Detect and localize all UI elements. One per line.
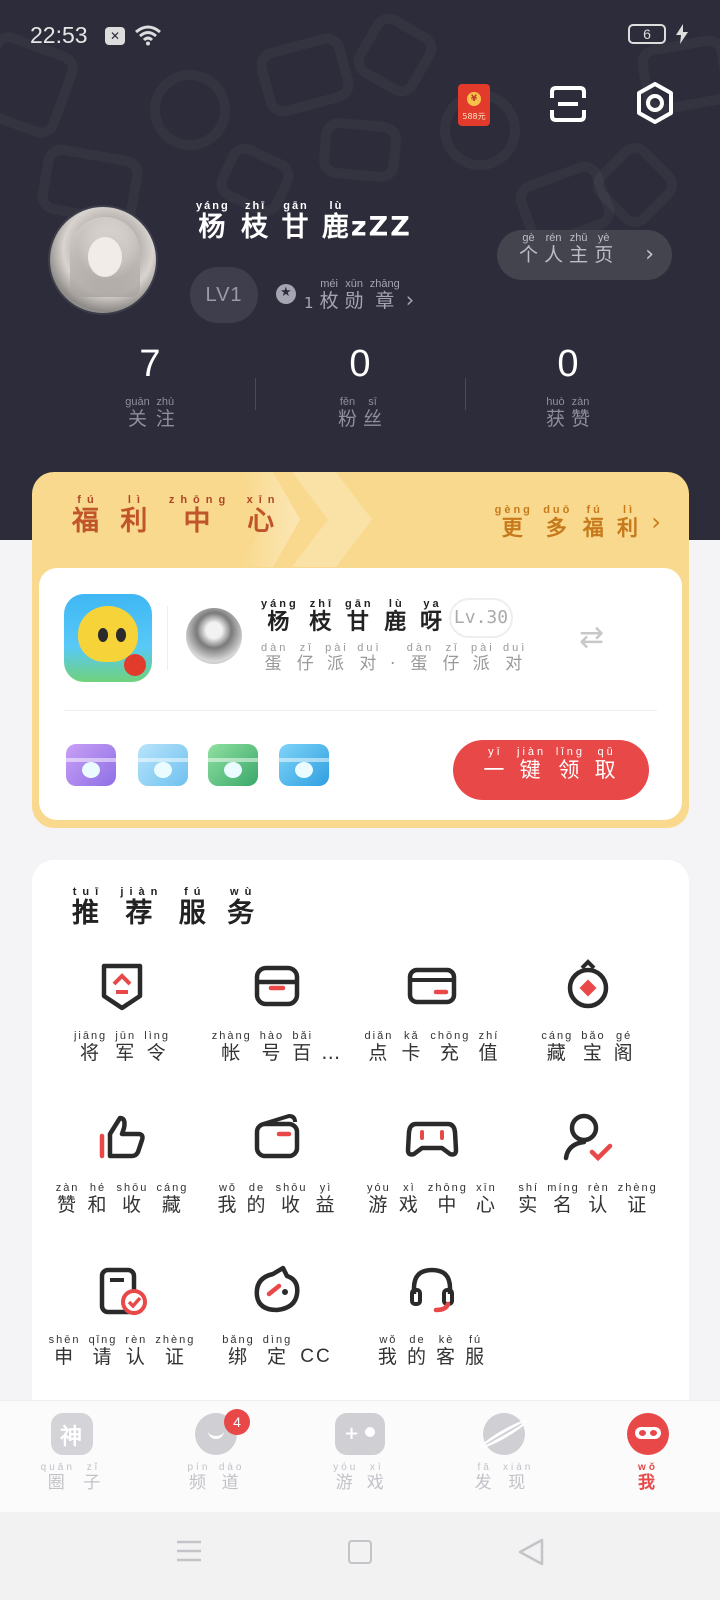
service-treasure-pavilion[interactable]: cáng 藏 bǎo 宝 gé 阁	[508, 958, 668, 1064]
user-stats: 7 guān 关 zhù 注 0 fěn 粉 sī 丝 0 huò 获 zàn 赞	[0, 340, 720, 440]
services-title: tuī 推 jiàn 荐 fú 服 wù 务	[72, 886, 261, 929]
user-avatar[interactable]	[48, 205, 158, 315]
stat-likes[interactable]: 0 huò 获 zàn 赞	[478, 340, 658, 430]
medal-icon	[276, 284, 296, 304]
service-apply-certification[interactable]: shēn 申 qǐng 请 rèn 认 zhèng 证	[42, 1262, 202, 1368]
gamepad-icon	[405, 1121, 459, 1157]
game-role-panel: yáng 杨 zhī 枝 gān 甘 lù 鹿 ya 呀 Lv.30 dàn 蛋 zǐ 仔 p…	[39, 568, 682, 820]
personal-homepage-button[interactable]: gè 个 rén 人 zhǔ 主 yè 页 ›	[497, 230, 672, 280]
tab-discover[interactable]: fā 发 xiàn 现	[432, 1413, 576, 1493]
recommended-services: tuī 推 jiàn 荐 fú 服 wù 务 jiāng 将 jūn 军 lìng 令 zhà…	[32, 860, 689, 1420]
switch-role-icon[interactable]: ⇄	[579, 620, 604, 655]
red-packet-icon[interactable]: ¥ 588元	[458, 84, 490, 126]
chevron-right-icon: ›	[645, 242, 654, 267]
circle-god-icon: 神	[51, 1413, 93, 1455]
username: yáng 杨 zhī 枝 gān 甘 lù 鹿 zZZ	[196, 200, 412, 243]
back-icon[interactable]	[518, 1538, 544, 1570]
token-icon	[101, 963, 143, 1011]
planet-icon	[478, 1413, 530, 1455]
tab-games[interactable]: + yóu 游 xì 戏	[288, 1413, 432, 1493]
settings-icon[interactable]	[634, 82, 676, 128]
status-time: 22:53	[30, 22, 88, 48]
service-likes-favorites[interactable]: zàn 赞 hé 和 shōu 收 cáng 藏	[42, 1110, 202, 1216]
thumbs-up-icon	[99, 1115, 145, 1159]
apply-cert-icon	[99, 1267, 147, 1315]
welfare-center-title: fú 福 lì 利 zhōng 中 xīn 心	[72, 494, 281, 537]
status-bar: 22:53 ✕ 6	[30, 18, 690, 54]
chevron-right-icon: ›	[651, 508, 661, 536]
more-welfare-link[interactable]: gèng 更 duō 多 fú 福 lì 利	[495, 504, 641, 540]
wallet-icon	[254, 1113, 300, 1159]
game-app-icon[interactable]	[64, 594, 152, 682]
tab-me[interactable]: wǒ 我	[576, 1413, 720, 1493]
welfare-center-card: fú 福 lì 利 zhōng 中 xīn 心 gèng 更 duō 多 fú 福 lì 利 ›…	[32, 472, 689, 828]
reward-chest-icon	[208, 744, 258, 786]
stat-following[interactable]: 7 guān 关 zhù 注	[60, 340, 240, 430]
reward-chest-icon	[66, 744, 116, 786]
service-bind-cc[interactable]: bǎng 绑 dìng 定 CC	[197, 1262, 357, 1368]
game-icon: +	[335, 1413, 385, 1455]
scan-icon[interactable]	[548, 84, 588, 128]
notification-badge: 4	[224, 1409, 250, 1435]
home-icon[interactable]	[348, 1540, 372, 1564]
profile-header: 22:53 ✕ 6 ¥ 588元 yáng 杨 zhī 枝 gān 甘 lù 鹿 zZZ …	[0, 0, 720, 540]
wifi-icon	[134, 24, 162, 50]
service-account-trade[interactable]: zhàng 帐 hào 号 bǎi 百 …	[197, 958, 357, 1064]
service-token[interactable]: jiāng 将 jūn 军 lìng 令	[42, 958, 202, 1064]
service-card-recharge[interactable]: diǎn 点 kǎ 卡 chōng 充 zhí 值	[352, 958, 512, 1064]
me-icon	[627, 1413, 669, 1455]
role-name: yáng 杨 zhī 枝 gān 甘 lù 鹿 ya 呀	[261, 598, 445, 635]
role-server: dàn 蛋 zǐ 仔 pài 派 duì 对 · dàn 蛋 zǐ 仔 pài 派 duì 对	[261, 642, 528, 674]
account-box-icon	[254, 965, 300, 1007]
stat-followers[interactable]: 0 fěn 粉 sī 丝	[270, 340, 450, 430]
sim-off-icon: ✕	[105, 27, 125, 45]
card-icon	[407, 967, 457, 1005]
chevron-right-icon: ›	[405, 287, 415, 312]
charging-icon	[676, 24, 688, 48]
bind-cc-icon	[254, 1265, 300, 1313]
service-game-center[interactable]: yóu 游 xì 戏 zhōng 中 xīn 心	[352, 1110, 512, 1216]
red-packet-amount: 588元	[462, 112, 486, 121]
battery-icon: 6	[628, 24, 666, 44]
treasure-icon	[567, 959, 609, 1009]
menu-icon[interactable]	[176, 1540, 202, 1562]
tab-circle[interactable]: 神 quān 圈 zǐ 子	[0, 1413, 144, 1493]
reward-chest-icon	[138, 744, 188, 786]
verified-user-icon	[563, 1113, 613, 1162]
headset-icon	[410, 1267, 454, 1313]
tab-channel[interactable]: pín 频 dào 道	[144, 1413, 288, 1493]
role-level-badge: Lv.30	[449, 598, 513, 638]
role-avatar	[186, 608, 242, 664]
coin-icon: ¥	[467, 92, 481, 106]
service-real-name-verify[interactable]: shí 实 míng 名 rèn 认 zhèng 证	[508, 1110, 668, 1216]
reward-chest-icon	[279, 744, 329, 786]
service-my-earnings[interactable]: wǒ 我 de 的 shōu 收 yì 益	[197, 1110, 357, 1216]
service-customer-support[interactable]: wǒ 我 de 的 kè 客 fú 服	[352, 1262, 512, 1368]
user-level-badge[interactable]: LV1	[190, 267, 258, 323]
system-navigation-bar	[0, 1512, 720, 1600]
bottom-tab-bar: 神 quān 圈 zǐ 子 pín 频 dào 道 4 + yóu 游 xì 戏 fā 发	[0, 1400, 720, 1512]
claim-all-button[interactable]: yī 一 jiàn 键 lǐng 领 qǔ 取	[453, 740, 649, 800]
